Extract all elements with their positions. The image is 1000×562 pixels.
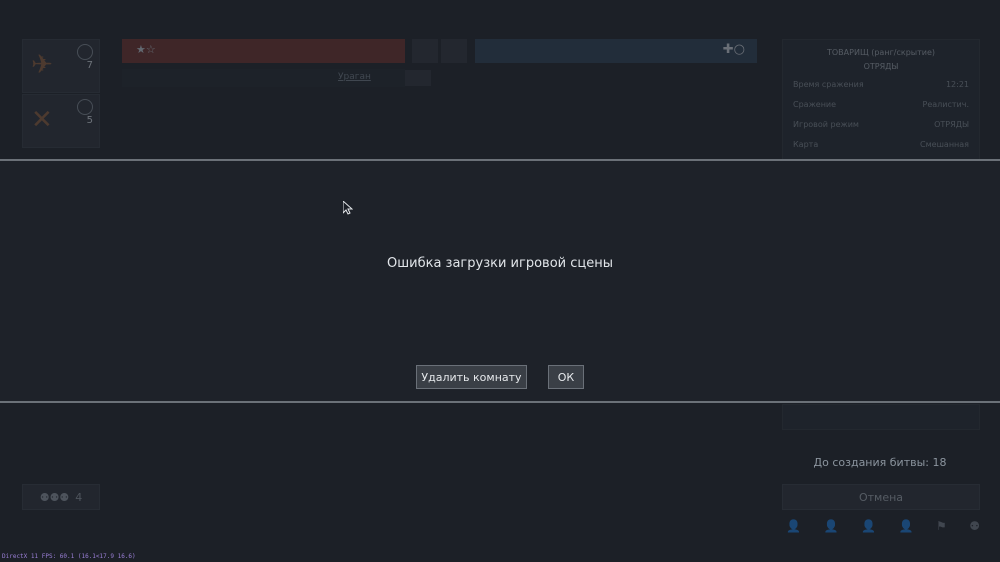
info-value: 12:21 — [945, 80, 969, 89]
team-red-bar: ★☆ — [122, 39, 405, 63]
squad-button[interactable]: ⚉⚉⚉ 4 — [22, 484, 100, 510]
ok-button[interactable]: ОК — [548, 365, 584, 389]
info-label: Игровой режим — [793, 120, 859, 129]
vehicle-slot-1[interactable]: ✈ 7 — [22, 39, 100, 93]
battle-countdown: До создания битвы: 18 — [813, 456, 947, 469]
error-message: Ошибка загрузки игровой сцены — [387, 256, 613, 271]
tank-icon: ✈ — [31, 50, 53, 80]
star-icon[interactable] — [441, 39, 467, 63]
info-label: Сражение — [793, 100, 837, 109]
dialog-bottom-border — [0, 401, 1000, 403]
info-row: Карта Смешанная — [793, 140, 969, 149]
info-value: ОТРЯДЫ — [934, 120, 969, 129]
info-subtitle: ОТРЯДЫ — [863, 62, 899, 71]
info-row: Сражение Реалистич. — [793, 100, 969, 109]
info-title: ТОВАРИЩ (ранг/скрытие) — [826, 48, 935, 57]
flag-icon[interactable]: ⚑ — [936, 519, 947, 533]
info-row: Время сражения 12:21 — [793, 80, 969, 89]
dialog-top-border — [0, 159, 1000, 161]
group-icon: ⚉⚉⚉ — [39, 490, 70, 504]
slot-status-icon — [77, 99, 93, 115]
info-value: Смешанная — [920, 140, 969, 149]
slot-count: 5 — [86, 115, 93, 126]
vehicle-slot-2[interactable]: ✕ 5 — [22, 94, 100, 148]
group-icon[interactable]: ⚉ — [969, 519, 980, 533]
info-label: Время сражения — [793, 80, 864, 89]
cursor-icon — [343, 201, 353, 215]
cancel-button[interactable]: Отмена — [782, 484, 980, 510]
tab-toggle-button[interactable] — [405, 70, 431, 86]
info-value: Реалистич. — [922, 100, 970, 109]
cross-icon: ✚○ — [722, 42, 745, 57]
tab-link[interactable]: Ураган — [338, 72, 371, 82]
team-blue-bar: ✚○ — [475, 39, 757, 63]
squad-count: 4 — [75, 490, 83, 504]
fps-counter: DirectX 11 FPS: 60.1 (16.1<17.9 16.6) — [2, 553, 136, 560]
add-user-icon[interactable]: 👤 — [823, 519, 838, 533]
add-user-icon[interactable]: 👤 — [898, 519, 913, 533]
info-label: Карта — [793, 140, 819, 149]
info-row: Игровой режим ОТРЯДЫ — [793, 120, 969, 129]
slot-status-icon — [77, 44, 93, 60]
add-user-icon[interactable]: 👤 — [861, 519, 876, 533]
add-user-icon[interactable]: 👤 — [786, 519, 801, 533]
slot-count: 7 — [86, 60, 93, 71]
gear-icon[interactable] — [412, 39, 438, 63]
star-icon: ★☆ — [136, 43, 156, 56]
squad-actions: 👤 👤 👤 👤 ⚑ ⚉ — [786, 516, 980, 536]
delete-room-button[interactable]: Удалить комнату — [416, 365, 527, 389]
plane-icon: ✕ — [31, 105, 53, 135]
battle-info-panel: ТОВАРИЩ (ранг/скрытие) ОТРЯДЫ Время сраж… — [782, 39, 980, 161]
chat-panel — [782, 404, 980, 430]
